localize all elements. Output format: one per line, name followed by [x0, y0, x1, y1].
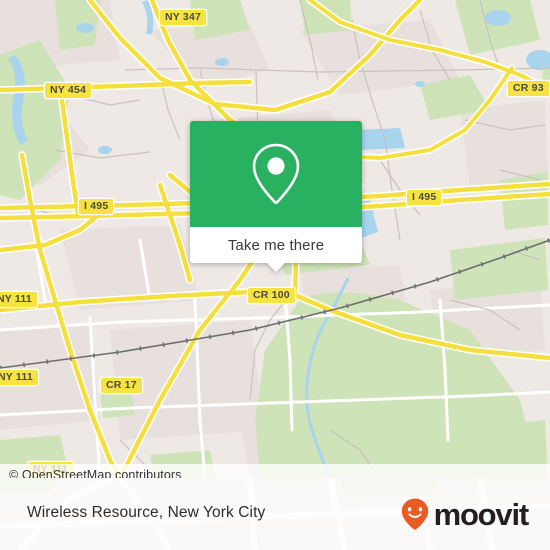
map-pin-icon [252, 143, 300, 205]
popup-action-bar[interactable]: Take me there [190, 227, 362, 272]
location-popup-card[interactable]: Take me there [190, 121, 362, 272]
map-attribution-bar: © OpenStreetMap contributors [0, 464, 550, 478]
road-shield-cr100[interactable]: CR 100 [247, 287, 296, 304]
attribution-text[interactable]: © OpenStreetMap contributors [0, 468, 182, 478]
moovit-logo[interactable]: moovit [398, 496, 530, 532]
road-shield-ny454[interactable]: NY 454 [44, 82, 93, 99]
moovit-pin-smiley-icon [401, 498, 428, 530]
popup-icon-panel [190, 121, 362, 227]
road-shield-i495-east[interactable]: I 495 [406, 189, 443, 206]
map-screenshot: NY 347 NY 454 CR 93 I 495 I 495 CR 100 N… [0, 0, 550, 550]
footer-bar: Wireless Resource, New York City moovit [0, 478, 550, 550]
take-me-there-button[interactable]: Take me there [228, 237, 324, 254]
popup-tail-pointer [267, 263, 285, 272]
moovit-wordmark: moovit [433, 496, 530, 532]
page-title: Wireless Resource, New York City [27, 504, 266, 521]
road-shield-cr17[interactable]: CR 17 [100, 377, 143, 394]
road-shield-ny111-upper[interactable]: NY 111 [0, 291, 38, 308]
road-shield-i495-west[interactable]: I 495 [78, 198, 115, 215]
road-shield-ny347[interactable]: NY 347 [159, 9, 208, 26]
road-shield-cr93[interactable]: CR 93 [507, 80, 550, 97]
road-shield-ny111-mid[interactable]: NY 111 [0, 369, 39, 386]
map-canvas[interactable]: NY 347 NY 454 CR 93 I 495 I 495 CR 100 N… [0, 0, 550, 478]
